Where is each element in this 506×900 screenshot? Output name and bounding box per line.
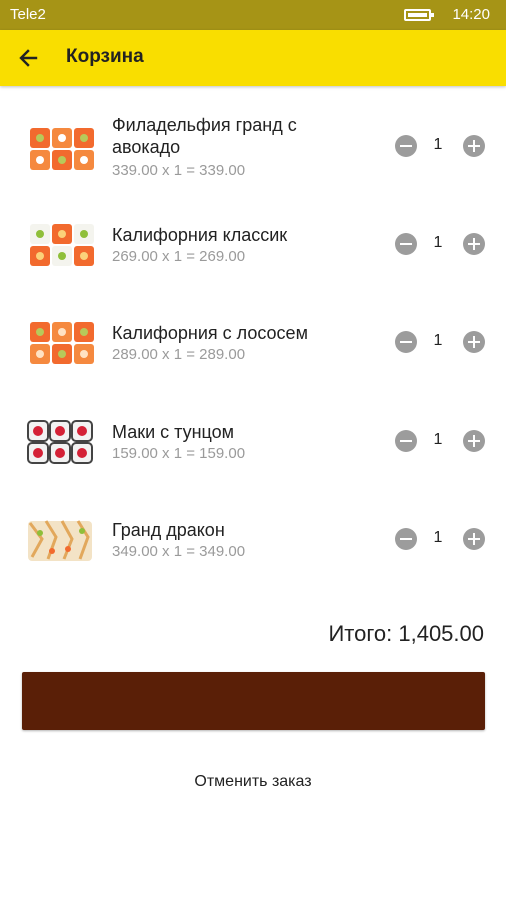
item-quantity: 1	[433, 332, 443, 349]
item-price-calc: 349.00 x 1 = 349.00	[112, 543, 246, 560]
item-quantity: 1	[433, 136, 443, 153]
decrease-quantity-button[interactable]	[395, 430, 417, 452]
item-name: Калифорния классик	[112, 225, 288, 245]
cancel-order-button[interactable]: Отменить заказ	[0, 773, 506, 791]
item-quantity: 1	[433, 431, 443, 448]
item-quantity: 1	[433, 529, 443, 546]
arrow-left-icon	[19, 49, 38, 67]
decrease-quantity-button[interactable]	[395, 233, 417, 255]
item-price-calc: 269.00 x 1 = 269.00	[112, 248, 246, 265]
item-name: Гранд дракон	[112, 520, 225, 540]
item-price-calc: 339.00 x 1 = 339.00	[112, 162, 246, 179]
status-bar: Tele2 14:20	[0, 0, 506, 30]
decrease-quantity-button[interactable]	[395, 331, 417, 353]
app-bar: Корзина	[0, 30, 506, 86]
cart-item: Калифорния с лососем 289.00 x 1 = 289.00…	[0, 322, 506, 420]
roll-image	[27, 420, 93, 464]
increase-quantity-button[interactable]	[463, 528, 485, 550]
roll-image	[30, 224, 94, 266]
cart-item: Филадельфия гранд с авокадо 339.00 x 1 =…	[0, 114, 506, 212]
cart-item: Гранд дракон 349.00 x 1 = 349.00 1	[0, 519, 506, 617]
item-quantity: 1	[433, 234, 443, 251]
item-price-calc: 289.00 x 1 = 289.00	[112, 346, 246, 363]
increase-quantity-button[interactable]	[463, 135, 485, 157]
item-price-calc: 159.00 x 1 = 159.00	[112, 445, 246, 462]
item-name: Калифорния с лососем	[112, 323, 308, 343]
status-time: 14:20	[452, 6, 490, 23]
page-title: Корзина	[66, 46, 144, 67]
roll-image	[28, 520, 92, 561]
roll-image	[30, 322, 94, 364]
carrier-name: Tele2	[10, 6, 46, 23]
battery-icon	[404, 9, 434, 21]
decrease-quantity-button[interactable]	[395, 135, 417, 157]
increase-quantity-button[interactable]	[463, 430, 485, 452]
order-total: Итого: 1,405.00	[328, 621, 484, 646]
item-name: Маки с тунцом	[112, 422, 235, 442]
back-button[interactable]	[14, 44, 44, 72]
cart-item: Калифорния классик 269.00 x 1 = 269.00 1	[0, 224, 506, 322]
roll-image	[30, 128, 94, 170]
checkout-button[interactable]	[22, 672, 485, 730]
cart-item: Маки с тунцом 159.00 x 1 = 159.00 1	[0, 420, 506, 519]
increase-quantity-button[interactable]	[463, 233, 485, 255]
decrease-quantity-button[interactable]	[395, 528, 417, 550]
item-name: Филадельфия гранд с авокадо	[112, 115, 297, 157]
increase-quantity-button[interactable]	[463, 331, 485, 353]
